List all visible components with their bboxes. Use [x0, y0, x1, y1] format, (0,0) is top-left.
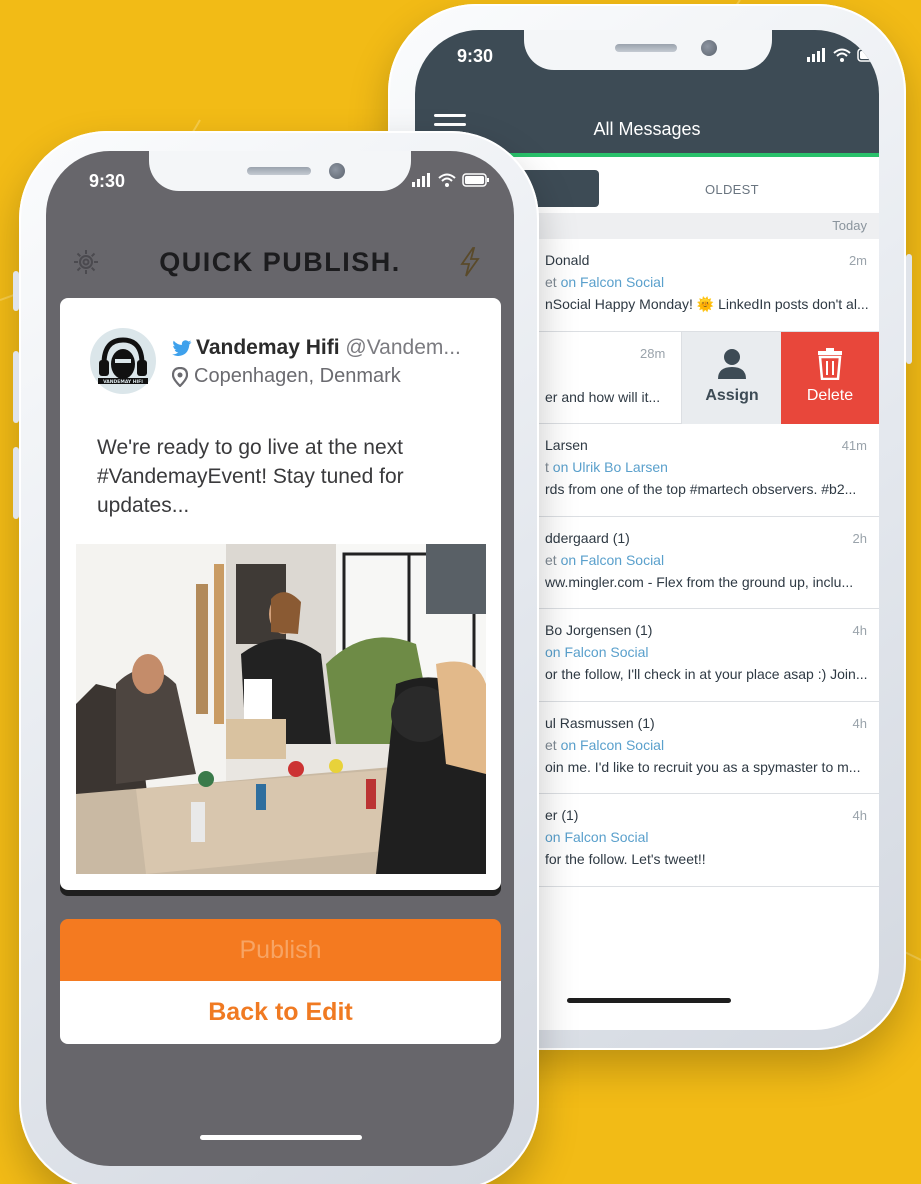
- status-icons: [412, 173, 490, 187]
- message-source: on Falcon Social: [545, 829, 649, 845]
- message-preview: ww.mingler.com - Flex from the ground up…: [545, 573, 854, 590]
- status-icons: [807, 48, 879, 62]
- notch: [524, 30, 772, 70]
- date-group-label: Today: [832, 218, 867, 233]
- message-preview: nSocial Happy Monday! 🌞 LinkedIn posts d…: [545, 296, 869, 312]
- trash-icon: [818, 347, 842, 380]
- message-author: ddergaard (1): [545, 529, 630, 546]
- publish-button[interactable]: Publish: [60, 919, 501, 981]
- account-name: Vandemay Hifi @Vandem...: [172, 336, 461, 360]
- message-preview: for the follow. Let's tweet!!: [545, 851, 706, 867]
- status-time: 9:30: [457, 46, 494, 66]
- status-time: 9:30: [89, 171, 126, 191]
- assign-button[interactable]: Assign: [681, 331, 781, 424]
- message-preview: rds from one of the top #martech observe…: [545, 481, 857, 497]
- volume-up-button: [13, 351, 19, 423]
- location-pin-icon: [171, 366, 189, 388]
- lightning-bolt-icon[interactable]: [459, 247, 481, 277]
- message-source: et on Falcon Social: [545, 736, 665, 753]
- wifi-icon: [833, 48, 851, 62]
- wifi-icon: [438, 173, 456, 187]
- battery-icon: [857, 48, 879, 62]
- signal-icon: [412, 173, 430, 187]
- message-time: 4h: [852, 623, 867, 638]
- battery-icon: [462, 173, 489, 187]
- message-author: Bo Jorgensen (1): [545, 622, 653, 638]
- message-time: 4h: [852, 715, 867, 731]
- message-author: Donald: [545, 252, 590, 268]
- twitter-bird-icon: [172, 340, 192, 357]
- home-indicator: [567, 998, 731, 1003]
- message-time: 2m: [848, 253, 867, 268]
- account-avatar: VANDEMAY HIFI: [90, 328, 156, 394]
- page-title: QUICK PUBLISH.: [159, 247, 401, 277]
- front-phone-frame: 9:30 QUICK PUBLISH. VANDEMAY HIFI Vandem…: [13, 131, 539, 1184]
- delete-button[interactable]: Delete: [781, 331, 879, 424]
- quick-publish-screen: 9:30 QUICK PUBLISH. VANDEMAY HIFI Vandem…: [46, 151, 514, 1166]
- message-time: 41m: [841, 438, 867, 453]
- message-preview: er and how will it...: [545, 388, 661, 405]
- user-icon: [718, 348, 746, 379]
- sort-oldest-tab[interactable]: OLDEST: [705, 182, 759, 197]
- post-location: Copenhagen, Denmark: [171, 365, 401, 388]
- message-time: 4h: [852, 808, 867, 823]
- mute-switch: [13, 271, 19, 311]
- message-preview: or the follow, I'll check in at your pla…: [545, 666, 868, 682]
- message-author: ul Rasmussen (1): [545, 714, 655, 731]
- post-text: We're ready to go live at the next #Vand…: [97, 436, 404, 517]
- notch: [149, 151, 411, 191]
- back-to-edit-button[interactable]: Back to Edit: [60, 981, 501, 1044]
- svg-text:VANDEMAY HIFI: VANDEMAY HIFI: [103, 379, 143, 385]
- post-photo: [76, 544, 486, 874]
- message-preview: oin me. I'd like to recruit you as a spy…: [545, 758, 861, 775]
- message-source: t on Ulrik Bo Larsen: [545, 459, 668, 475]
- power-button: [906, 254, 912, 364]
- message-author: Larsen: [545, 437, 588, 453]
- home-indicator: [200, 1135, 362, 1140]
- volume-down-button: [13, 447, 19, 519]
- delete-label: Delete: [806, 386, 854, 404]
- signal-icon: [807, 48, 825, 62]
- message-source: et on Falcon Social: [545, 551, 665, 568]
- message-source: on Falcon Social: [545, 644, 649, 660]
- message-author: er (1): [545, 807, 579, 823]
- message-source: et on Falcon Social: [545, 274, 665, 290]
- message-time: 2h: [852, 530, 867, 546]
- post-preview-card: VANDEMAY HIFI Vandemay Hifi @Vandem... C…: [60, 298, 501, 890]
- message-time: 28m: [640, 345, 666, 361]
- assign-label: Assign: [705, 386, 759, 404]
